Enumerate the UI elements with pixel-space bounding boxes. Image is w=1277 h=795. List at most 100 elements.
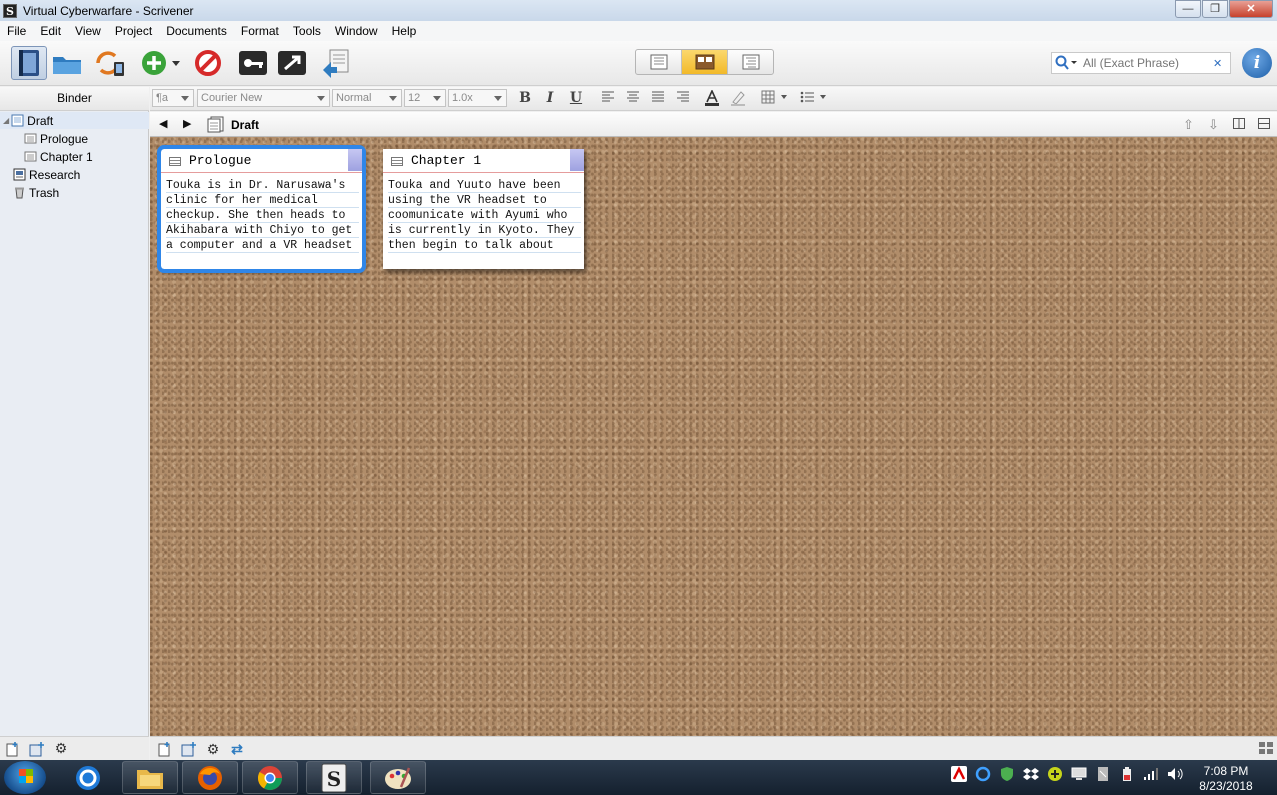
taskbar-app-firefox[interactable] bbox=[182, 761, 238, 794]
search-input[interactable] bbox=[1083, 56, 1203, 70]
power-tray-icon[interactable] bbox=[1118, 765, 1136, 783]
taskbar-app-explorer[interactable] bbox=[122, 761, 178, 794]
align-justify-icon[interactable] bbox=[650, 90, 666, 107]
add-folder-icon[interactable] bbox=[28, 740, 46, 758]
format-bar: ¶a Courier New Normal 12 1.0x B I U bbox=[150, 87, 1277, 111]
card-title[interactable]: Chapter 1 bbox=[383, 149, 584, 173]
add-tray-icon[interactable] bbox=[1046, 765, 1064, 783]
index-card-prologue[interactable]: Prologue Touka is in Dr. Narusawa's clin… bbox=[157, 145, 366, 273]
italic-button[interactable]: I bbox=[542, 90, 558, 107]
list-icon[interactable] bbox=[800, 90, 830, 107]
grid-view-icon[interactable] bbox=[1259, 742, 1273, 757]
swap-arrows-icon[interactable]: ⇄ bbox=[228, 740, 246, 758]
collections-button[interactable] bbox=[49, 46, 85, 80]
composition-mode-button[interactable] bbox=[274, 46, 310, 80]
font-family-select[interactable]: Courier New bbox=[197, 89, 330, 107]
add-document-icon[interactable] bbox=[4, 740, 22, 758]
antivirus-tray-icon[interactable] bbox=[950, 765, 968, 783]
font-size-select[interactable]: 12 bbox=[404, 89, 446, 107]
maximize-button[interactable]: ❐ bbox=[1202, 0, 1228, 18]
binder-footer: ⚙ bbox=[0, 736, 149, 760]
menu-project[interactable]: Project bbox=[108, 21, 159, 41]
align-center-icon[interactable] bbox=[625, 90, 641, 107]
split-vertical-icon[interactable] bbox=[1233, 117, 1245, 132]
font-weight-select[interactable]: Normal bbox=[332, 89, 402, 107]
add-document-icon[interactable] bbox=[156, 740, 174, 758]
binder-item-chapter-1[interactable]: Chapter 1 bbox=[24, 148, 93, 165]
card-title[interactable]: Prologue bbox=[161, 149, 362, 173]
menu-documents[interactable]: Documents bbox=[159, 21, 234, 41]
outliner-view-button[interactable] bbox=[728, 50, 773, 74]
menu-help[interactable]: Help bbox=[385, 21, 424, 41]
align-left-icon[interactable] bbox=[600, 90, 616, 107]
network-signal-icon[interactable] bbox=[1142, 765, 1160, 783]
menu-file[interactable]: File bbox=[0, 21, 33, 41]
split-horizontal-icon[interactable] bbox=[1258, 117, 1270, 132]
scrivenings-view-button[interactable] bbox=[636, 50, 682, 74]
bold-button[interactable]: B bbox=[517, 90, 533, 107]
add-folder-icon[interactable] bbox=[180, 740, 198, 758]
compile-button[interactable] bbox=[318, 46, 354, 80]
corkboard-view-button[interactable] bbox=[682, 50, 728, 74]
taskbar-app-scrivener[interactable]: S bbox=[306, 761, 362, 794]
menu-view[interactable]: View bbox=[68, 21, 108, 41]
binder-toggle-button[interactable] bbox=[11, 46, 47, 80]
taskbar-app-ccleaner[interactable] bbox=[60, 761, 116, 794]
scrivenings-icon bbox=[650, 54, 667, 70]
gear-icon[interactable]: ⚙ bbox=[204, 740, 222, 758]
line-spacing-select[interactable]: 1.0x bbox=[448, 89, 507, 107]
menu-tools[interactable]: Tools bbox=[286, 21, 328, 41]
search-icon[interactable] bbox=[1055, 55, 1079, 71]
sync-button[interactable] bbox=[92, 46, 128, 80]
menu-format[interactable]: Format bbox=[234, 21, 286, 41]
device-tray-icon[interactable] bbox=[1094, 765, 1112, 783]
windows-logo-icon bbox=[19, 769, 33, 783]
monitor-tray-icon[interactable] bbox=[1070, 765, 1088, 783]
move-down-icon[interactable]: ⇩ bbox=[1208, 117, 1219, 133]
table-icon[interactable] bbox=[761, 90, 789, 107]
taskbar-app-chrome[interactable] bbox=[242, 761, 298, 794]
delete-button[interactable] bbox=[190, 46, 226, 80]
system-clock[interactable]: 7:08 PM 8/23/2018 bbox=[1194, 764, 1258, 794]
shield-tray-icon[interactable] bbox=[998, 765, 1016, 783]
scrivener-app-icon[interactable]: S bbox=[3, 3, 17, 18]
card-synopsis[interactable]: Touka and Yuuto have been using the VR h… bbox=[388, 178, 581, 253]
close-button[interactable]: ✕ bbox=[1229, 0, 1273, 18]
highlight-icon[interactable] bbox=[730, 90, 746, 107]
menu-edit[interactable]: Edit bbox=[33, 21, 68, 41]
scrivener-icon: S bbox=[321, 763, 347, 792]
menu-window[interactable]: Window bbox=[328, 21, 385, 41]
inspector-toggle-button[interactable]: i bbox=[1242, 48, 1272, 78]
fullscreen-icon bbox=[278, 51, 306, 75]
style-select[interactable]: ¶a bbox=[152, 89, 194, 107]
binder-item-prologue[interactable]: Prologue bbox=[24, 130, 88, 147]
binder-item-research[interactable]: Research bbox=[13, 166, 80, 183]
corkboard[interactable]: Prologue Touka is in Dr. Narusawa's clin… bbox=[150, 137, 1277, 736]
forward-button[interactable]: ▶ bbox=[183, 117, 191, 130]
text-color-icon[interactable] bbox=[704, 89, 720, 107]
minimize-button[interactable]: — bbox=[1175, 0, 1201, 18]
add-document-button[interactable] bbox=[138, 46, 186, 80]
binder-icon bbox=[19, 50, 39, 76]
back-button[interactable]: ◀ bbox=[159, 117, 167, 130]
binder-item-draft[interactable]: ◢ Draft bbox=[0, 112, 149, 129]
cortana-tray-icon[interactable] bbox=[974, 765, 992, 783]
taskbar-app-paint[interactable] bbox=[370, 761, 426, 794]
underline-button[interactable]: U bbox=[568, 90, 584, 107]
align-right-icon[interactable] bbox=[675, 90, 691, 107]
start-button[interactable] bbox=[4, 761, 46, 794]
card-synopsis[interactable]: Touka is in Dr. Narusawa's clinic for he… bbox=[166, 178, 359, 253]
keywords-button[interactable] bbox=[235, 46, 271, 80]
dropbox-tray-icon[interactable] bbox=[1022, 765, 1040, 783]
expand-triangle-icon[interactable]: ◢ bbox=[3, 116, 9, 125]
clear-search-icon[interactable]: ✕ bbox=[1213, 57, 1222, 70]
binder-item-trash[interactable]: Trash bbox=[13, 184, 59, 201]
document-icon bbox=[169, 157, 181, 166]
key-icon bbox=[239, 51, 267, 75]
gear-icon[interactable]: ⚙ bbox=[52, 740, 70, 758]
card-title-text: Chapter 1 bbox=[411, 153, 482, 168]
move-up-icon[interactable]: ⇧ bbox=[1183, 117, 1194, 133]
volume-icon[interactable] bbox=[1166, 765, 1184, 783]
document-stack-icon[interactable] bbox=[207, 116, 225, 133]
index-card-chapter-1[interactable]: Chapter 1 Touka and Yuuto have been usin… bbox=[383, 149, 584, 269]
